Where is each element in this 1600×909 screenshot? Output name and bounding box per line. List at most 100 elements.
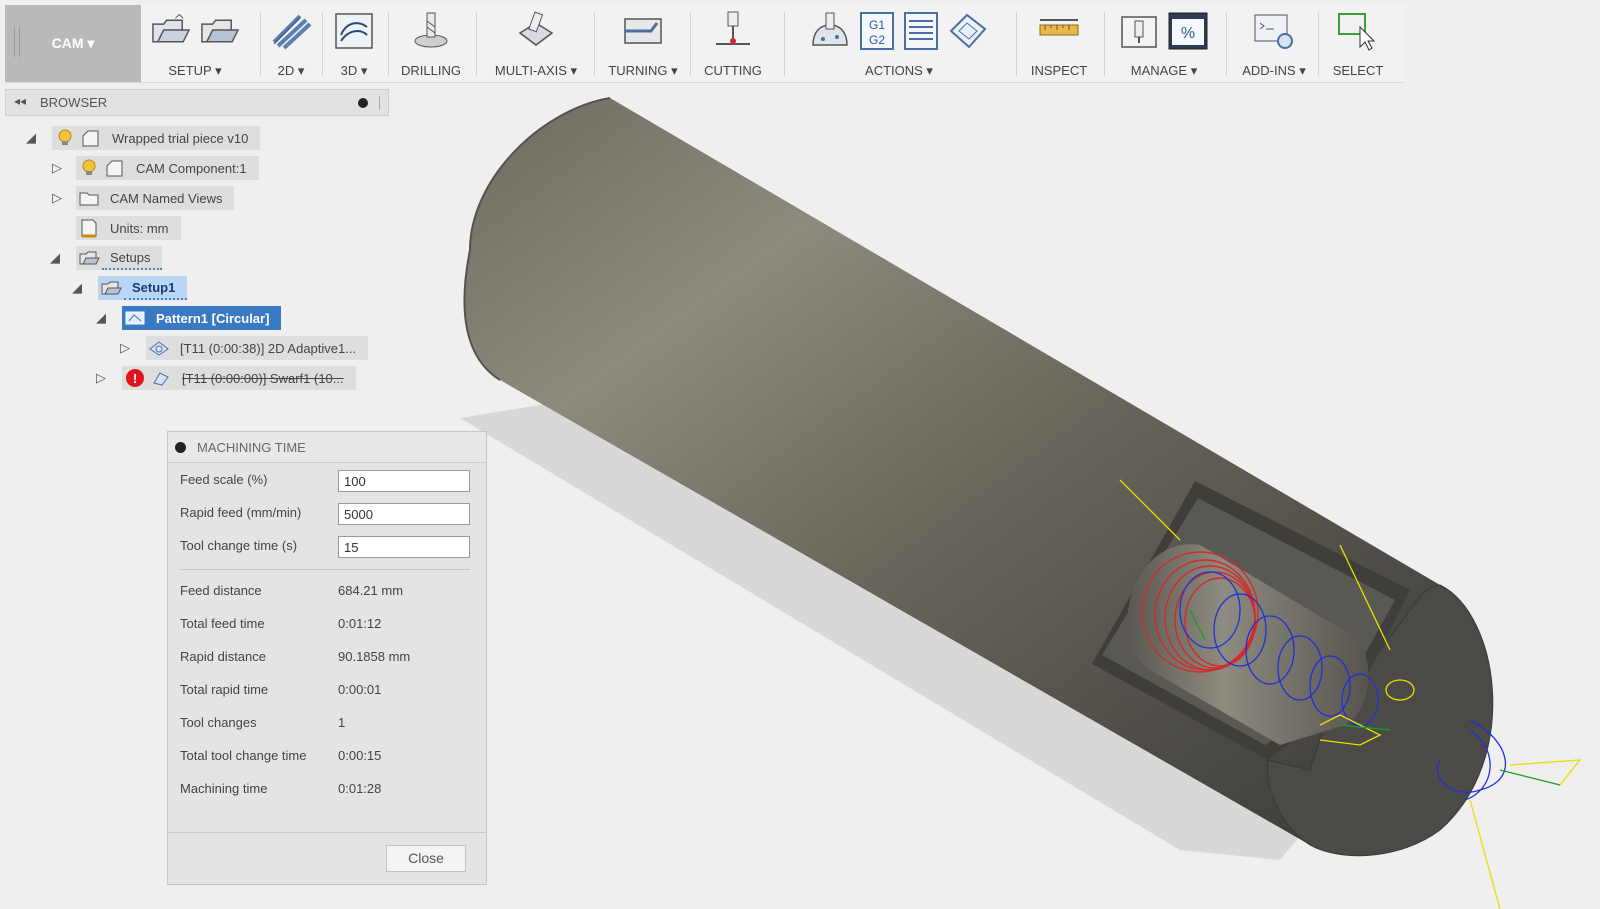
setup-menu[interactable]: SETUP ▾	[150, 5, 240, 82]
add-ins-menu[interactable]: ADD-INS ▾	[1232, 5, 1316, 82]
workspace-switcher[interactable]: CAM ▾	[5, 5, 141, 82]
drilling-button[interactable]: DRILLING	[396, 5, 466, 82]
visibility-bulb-icon[interactable]	[52, 126, 78, 150]
tree-named-views[interactable]: CAM Named Views	[76, 186, 235, 210]
tool-change-time-label: Tool change time (s)	[180, 538, 298, 553]
tool-change-time-input[interactable]	[338, 536, 470, 558]
expand-op1-icon[interactable]: ▷	[120, 340, 130, 356]
select-label: SELECT	[1332, 63, 1384, 78]
toolbar-divider	[1104, 12, 1105, 76]
turning-icon[interactable]	[621, 13, 665, 49]
total-rapid-time-value: 0:00:01	[338, 682, 382, 697]
2d-label: 2D ▾	[277, 63, 305, 78]
2d-menu[interactable]: 2D ▾	[266, 5, 316, 82]
cutting-icon[interactable]	[712, 10, 754, 52]
rapid-feed-label: Rapid feed (mm/min)	[180, 505, 302, 520]
toolbar-divider	[784, 12, 785, 76]
toolbar-divider	[1226, 12, 1227, 76]
tree-op1-label: [T11 (0:00:38)] 2D Adaptive1...	[172, 336, 369, 360]
setup-icon	[98, 276, 124, 300]
expand-op2-icon[interactable]: ▷	[96, 370, 106, 386]
tree-pattern-selected[interactable]: Pattern1 [Circular]	[122, 306, 282, 330]
tree-cam-component[interactable]: CAM Component:1	[76, 156, 259, 180]
simulate-icon[interactable]	[809, 11, 851, 51]
visibility-bulb-icon[interactable]	[76, 156, 102, 180]
measure-icon[interactable]	[1037, 16, 1081, 46]
toolbar-divider	[388, 12, 389, 76]
total-tool-change-time-value: 0:00:15	[338, 748, 382, 763]
expand-setup1-icon[interactable]: ◢	[72, 280, 82, 296]
setup-sheet-icon[interactable]	[903, 11, 939, 51]
setups-folder-icon	[76, 246, 102, 270]
tool-changes-label: Tool changes	[180, 715, 257, 730]
workspace-label: CAM ▾	[51, 35, 95, 51]
expand-root-icon[interactable]: ◢	[26, 130, 36, 146]
tree-setups[interactable]: Setups	[76, 246, 163, 270]
expand-setups-icon[interactable]: ◢	[50, 250, 60, 266]
browser-minimize-icon[interactable]	[358, 98, 368, 108]
select-button[interactable]: SELECT	[1322, 5, 1394, 82]
tree-operation-adaptive[interactable]: [T11 (0:00:38)] 2D Adaptive1...	[146, 336, 369, 360]
error-icon: !	[122, 366, 148, 390]
dialog-header: MACHINING TIME	[168, 432, 486, 463]
units-icon	[76, 216, 102, 240]
select-cursor-icon[interactable]	[1336, 11, 1380, 51]
cutting-button[interactable]: CUTTING	[698, 5, 768, 82]
adaptive-op-icon	[146, 336, 172, 360]
toolbar-divider	[476, 12, 477, 76]
3d-label: 3D ▾	[340, 63, 368, 78]
expand-component-icon[interactable]: ▷	[52, 160, 62, 176]
rapid-feed-input[interactable]	[338, 503, 470, 525]
turning-menu[interactable]: TURNING ▾	[600, 5, 686, 82]
template-icon[interactable]	[947, 11, 989, 51]
toolbar-divider	[594, 12, 595, 76]
dialog-title: MACHINING TIME	[197, 439, 306, 455]
setup-label: SETUP ▾	[168, 63, 222, 78]
tool-library-icon[interactable]	[1119, 11, 1159, 51]
actions-label: ACTIONS ▾	[865, 63, 933, 78]
scripts-addins-icon[interactable]	[1252, 11, 1296, 51]
tree-setup1[interactable]: Setup1	[98, 276, 188, 300]
tree-units-label: Units: mm	[102, 216, 181, 240]
turning-label: TURNING ▾	[608, 63, 678, 78]
multi-axis-icon[interactable]	[514, 11, 558, 51]
expand-named-views-icon[interactable]: ▷	[52, 190, 62, 206]
close-button[interactable]: Close	[386, 845, 466, 872]
tree-setups-label: Setups	[102, 246, 163, 270]
tree-pattern-label: Pattern1 [Circular]	[148, 306, 282, 330]
toolbar-grip[interactable]	[14, 27, 20, 57]
svg-text:!: !	[133, 371, 137, 386]
multi-axis-menu[interactable]: MULTI-AXIS ▾	[486, 5, 586, 82]
total-feed-time-label: Total feed time	[180, 616, 265, 631]
tree-units[interactable]: Units: mm	[76, 216, 181, 240]
tree-operation-swarf[interactable]: ! [T11 (0:00:00)] Swarf1 (10...	[122, 366, 356, 390]
feed-scale-input[interactable]	[338, 470, 470, 492]
expand-pattern-icon[interactable]: ◢	[96, 310, 106, 326]
svg-text:%: %	[1181, 25, 1195, 42]
toolbar-divider	[1016, 12, 1017, 76]
new-setup-icon[interactable]	[150, 14, 191, 48]
tree-setup1-label: Setup1	[124, 276, 188, 300]
feed-scale-label: Feed scale (%)	[180, 472, 268, 487]
toolbar-divider	[322, 12, 323, 76]
2d-toolpath-icon[interactable]	[270, 12, 312, 50]
manage-label: MANAGE ▾	[1130, 63, 1198, 78]
inspect-button[interactable]: INSPECT	[1024, 5, 1094, 82]
percent-template-icon[interactable]: %	[1167, 11, 1209, 51]
3d-menu[interactable]: 3D ▾	[328, 5, 380, 82]
3d-toolpath-icon[interactable]	[333, 11, 375, 51]
tree-root[interactable]: Wrapped trial piece v10	[52, 126, 261, 150]
rapid-distance-value: 90.1858 mm	[338, 649, 411, 664]
drill-icon[interactable]	[410, 11, 452, 51]
component-icon	[102, 156, 128, 180]
browser-resize-handle[interactable]	[379, 96, 382, 110]
actions-menu[interactable]: G1 G2 ACTIONS ▾	[790, 5, 1008, 82]
total-feed-time-value: 0:01:12	[338, 616, 382, 631]
post-process-icon[interactable]: G1G2	[859, 11, 895, 51]
manage-menu[interactable]: % MANAGE ▾	[1110, 5, 1218, 82]
browser-header: ◂◂ BROWSER	[5, 89, 389, 116]
setup-folder-icon[interactable]	[199, 14, 240, 48]
collapse-browser-icon[interactable]: ◂◂	[14, 94, 26, 108]
toolbar-divider	[260, 12, 261, 76]
collapse-dialog-icon[interactable]	[175, 441, 186, 453]
